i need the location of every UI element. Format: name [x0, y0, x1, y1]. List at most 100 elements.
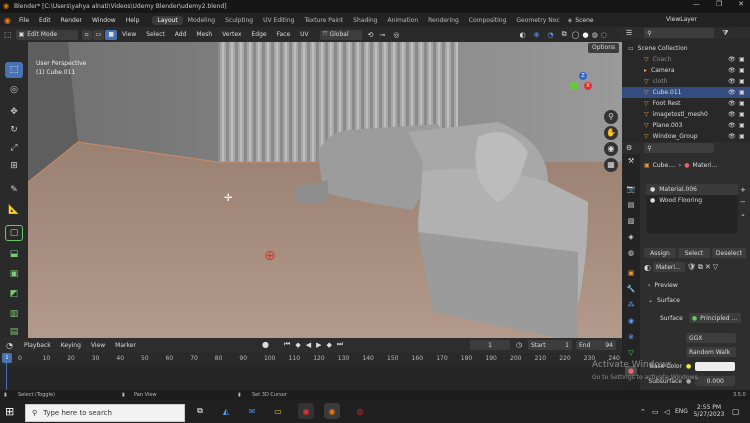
end-frame-field[interactable]: End 94: [576, 340, 616, 350]
outliner-item[interactable]: ▽ Cube.011 👁 ▣: [622, 87, 750, 98]
surface-shader-field[interactable]: ● Principled ...: [688, 313, 741, 323]
menu-playback[interactable]: Playback: [19, 342, 56, 349]
start-frame-field[interactable]: Start 1: [528, 340, 572, 350]
3d-cursor-icon[interactable]: ⊕: [264, 248, 276, 264]
menu-help[interactable]: Help: [121, 17, 145, 24]
visibility-eye-icon[interactable]: 👁: [728, 100, 736, 107]
gizmo-x-axis[interactable]: X: [584, 82, 592, 90]
blender-taskbar-icon[interactable]: ◉: [324, 403, 340, 419]
outliner-item[interactable]: ▽ Foot Rest 👁 ▣: [622, 98, 750, 109]
language-indicator[interactable]: ENG: [675, 408, 688, 415]
editor-type-icon[interactable]: ⬚: [0, 30, 16, 39]
zoom-icon[interactable]: ⚲: [604, 110, 618, 124]
render-camera-icon[interactable]: ▣: [739, 111, 745, 118]
menu-add[interactable]: Add: [170, 31, 192, 38]
bevel-tool-icon[interactable]: ◩: [5, 286, 23, 302]
windows-start-icon[interactable]: ⊞: [5, 405, 14, 418]
link-type-icon[interactable]: ▽: [713, 263, 718, 271]
play-reverse-icon[interactable]: ◀: [306, 341, 311, 349]
taskbar-search-box[interactable]: ⚲ Type here to search: [25, 404, 185, 422]
cursor-tool-icon[interactable]: ◎: [5, 82, 23, 98]
filter-icon[interactable]: ⧩: [722, 29, 728, 38]
scale-tool-icon[interactable]: ⤢: [5, 140, 23, 156]
menu-keying[interactable]: Keying: [56, 342, 86, 349]
current-frame-field[interactable]: 1: [470, 340, 510, 350]
notification-icon[interactable]: ▢: [732, 407, 740, 416]
render-tab-icon[interactable]: 📷: [625, 184, 637, 194]
properties-search-input[interactable]: ⚲: [644, 143, 715, 153]
wireframe-shading-icon[interactable]: ◯: [572, 31, 580, 39]
deselect-button[interactable]: Deselect: [712, 248, 746, 258]
tab-shading[interactable]: Shading: [348, 16, 382, 25]
maximize-button[interactable]: ❐: [716, 0, 722, 8]
annotate-tool-icon[interactable]: ✎: [5, 182, 23, 198]
playhead[interactable]: 1: [2, 353, 12, 363]
task-view-icon[interactable]: ⧉: [192, 403, 208, 419]
menu-mesh[interactable]: Mesh: [191, 31, 217, 38]
pivot-icon[interactable]: ⟲: [368, 31, 374, 39]
add-slot-icon[interactable]: +: [740, 184, 746, 196]
menu-face[interactable]: Face: [272, 31, 296, 38]
volume-icon[interactable]: ◁: [664, 408, 669, 416]
record-app-icon[interactable]: ◎: [352, 403, 368, 419]
remove-slot-icon[interactable]: −: [740, 196, 746, 208]
base-color-swatch[interactable]: [695, 362, 736, 371]
tab-rendering[interactable]: Rendering: [423, 16, 464, 25]
inset-tool-icon[interactable]: ▣: [5, 266, 23, 282]
outliner-item[interactable]: ▽ imagetostl_mesh0 👁 ▣: [622, 109, 750, 120]
scene-selector[interactable]: Scene: [572, 17, 593, 24]
timeline-ruler[interactable]: 0 10 20 30 40 50 60 70 80 90 100 110 120 130 140 150 160…: [0, 353, 644, 365]
distribution-dropdown[interactable]: GGX: [686, 333, 736, 343]
orientation-dropdown[interactable]: ⤧ Global: [319, 29, 362, 40]
outliner-item[interactable]: ▽ Coach 👁 ▣: [622, 54, 750, 65]
view-layer-tab-icon[interactable]: ▧: [625, 216, 637, 226]
preview-panel-header[interactable]: › Preview: [648, 282, 678, 289]
outliner-item[interactable]: ▽ Window_Group 👁 ▣: [622, 131, 750, 142]
close-button[interactable]: ✕: [738, 0, 744, 8]
particles-tab-icon[interactable]: ⁂: [625, 300, 637, 310]
menu-render[interactable]: Render: [56, 17, 87, 24]
next-keyframe-icon[interactable]: ◆: [326, 341, 331, 349]
edge-select-icon[interactable]: ▭: [92, 29, 105, 40]
object-tab-icon[interactable]: ▣: [625, 268, 637, 278]
material-slot-row[interactable]: ● Wood Flooring: [646, 195, 738, 206]
material-browse-icon[interactable]: ◐: [644, 263, 651, 272]
unlink-material-icon[interactable]: ✕: [705, 263, 711, 271]
jump-start-icon[interactable]: ⏮: [284, 340, 290, 349]
visibility-eye-icon[interactable]: 👁: [728, 133, 736, 140]
constraints-tab-icon[interactable]: ⊗: [625, 332, 637, 342]
world-tab-icon[interactable]: ◍: [625, 248, 637, 258]
visibility-icon[interactable]: ◐: [520, 31, 526, 39]
camera-view-icon[interactable]: ◉: [604, 142, 618, 156]
blender-menu-icon[interactable]: ◉: [0, 16, 14, 25]
render-camera-icon[interactable]: ▣: [739, 89, 745, 96]
viewlayer-selector[interactable]: ViewLayer: [666, 16, 697, 23]
jump-end-icon[interactable]: ⏭: [337, 340, 343, 349]
material-slot-row[interactable]: ● Material.006: [646, 184, 738, 195]
fake-user-icon[interactable]: 🛡: [687, 263, 696, 271]
app-icon-generic[interactable]: ◭: [218, 403, 234, 419]
material-shading-icon[interactable]: ◍: [592, 31, 598, 39]
outliner-item[interactable]: ▸ Camera 👁 ▣: [622, 65, 750, 76]
play-icon[interactable]: ▶: [316, 341, 321, 349]
chrome-icon[interactable]: ◉: [298, 403, 314, 419]
visibility-eye-icon[interactable]: 👁: [728, 122, 736, 129]
xray-icon[interactable]: ⧉: [562, 30, 567, 39]
mail-icon[interactable]: ✉: [244, 403, 260, 419]
menu-select[interactable]: Select: [141, 31, 170, 38]
tray-expand-icon[interactable]: ⌃: [640, 408, 646, 416]
material-name-field[interactable]: Materi...: [652, 262, 685, 272]
gizmo-toggle-icon[interactable]: ⊕: [534, 31, 540, 39]
material-slot-list[interactable]: ● Material.006 ● Wood Flooring: [646, 184, 738, 234]
tab-uv-editing[interactable]: UV Editing: [258, 16, 299, 25]
assign-button[interactable]: Assign: [644, 248, 676, 258]
rendered-shading-icon[interactable]: ◌: [601, 31, 607, 39]
measure-tool-icon[interactable]: 📐: [5, 202, 23, 218]
gizmo-y-axis[interactable]: [570, 82, 578, 90]
modifier-tab-icon[interactable]: 🔧: [625, 284, 637, 294]
minimize-button[interactable]: —: [693, 0, 700, 8]
3d-viewport[interactable]: User Perspective (1) Cube.011 ⊕ ✛ X Z ⚲ …: [28, 42, 622, 338]
render-camera-icon[interactable]: ▣: [739, 122, 745, 129]
menu-edge[interactable]: Edge: [246, 31, 271, 38]
rotate-tool-icon[interactable]: ↻: [5, 122, 23, 138]
